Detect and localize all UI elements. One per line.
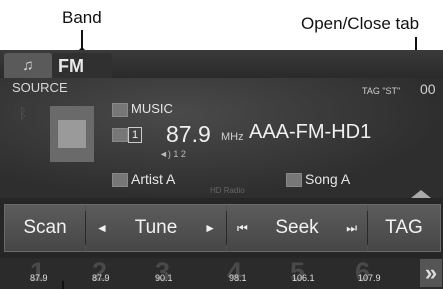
- artist-icon: [112, 173, 128, 187]
- seek-label: Seek: [275, 217, 319, 238]
- album-art: [50, 106, 94, 162]
- song-title: Song A: [305, 171, 351, 187]
- tune-up-icon[interactable]: ►: [204, 205, 216, 251]
- band-callout-label: Band: [62, 8, 102, 27]
- music-genre-icon: [112, 103, 128, 117]
- song-icon: [286, 173, 302, 187]
- preset-6[interactable]: 6 107.9: [355, 257, 415, 289]
- source-label[interactable]: SOURCE: [12, 80, 68, 95]
- frequency-unit: MHz: [221, 131, 244, 143]
- hd-speaker-icon: ◄): [159, 149, 171, 159]
- preset-number-indicator: 1: [128, 127, 142, 143]
- preset-frequency: 106.1: [292, 273, 315, 283]
- preset-callout-line: [62, 281, 64, 289]
- tag-button[interactable]: TAG: [368, 205, 440, 251]
- now-playing-panel: SOURCE ᛒ MUSIC 1 87.9 MHz AAA-FM-HD1 ◄) …: [0, 78, 443, 198]
- preset-3[interactable]: 3 90.1: [155, 257, 221, 289]
- hd-indicator-icon: [112, 128, 128, 142]
- more-presets-chevron-icon[interactable]: »: [420, 259, 442, 287]
- seek-up-icon[interactable]: ⏭: [346, 205, 357, 251]
- preset-2[interactable]: 2 87.9: [92, 257, 158, 289]
- music-tab[interactable]: ♫: [4, 53, 52, 78]
- band-tab-fm[interactable]: FM: [52, 53, 112, 78]
- music-note-icon: ♫: [22, 57, 34, 74]
- preset-frequency: 87.9: [30, 273, 48, 283]
- preset-bar: 1 87.9 2 87.9 3 90.1 4 98.1 5 106.1 6 10…: [0, 257, 443, 289]
- hd-channels: 1 2: [173, 149, 186, 159]
- scan-button[interactable]: Scan: [5, 205, 85, 251]
- album-art-image: [58, 120, 86, 148]
- control-bar: Scan ◄ Tune ► ⏮ Seek ⏭ TAG: [4, 204, 441, 252]
- bluetooth-icon: ᛒ: [12, 100, 34, 126]
- hd-radio-logo: HD Radio: [210, 186, 245, 195]
- preset-5[interactable]: 5 106.1: [290, 257, 356, 289]
- preset-4[interactable]: 4 98.1: [227, 257, 293, 289]
- hd-channel-indicator: ◄) 1 2: [159, 149, 186, 159]
- artist-name: Artist A: [131, 171, 176, 187]
- open-close-tab-callout-label: Open/Close tab: [301, 14, 420, 33]
- open-close-tab-icon[interactable]: [411, 190, 431, 198]
- preset-frequency: 98.1: [229, 273, 247, 283]
- tune-button[interactable]: ◄ Tune ►: [86, 205, 226, 251]
- tune-down-icon[interactable]: ◄: [96, 205, 108, 251]
- band-callout-line: [81, 30, 83, 50]
- tag-status: TAG "ST": [362, 86, 401, 96]
- seek-button[interactable]: ⏮ Seek ⏭: [227, 205, 367, 251]
- preset-frequency: 107.9: [358, 273, 381, 283]
- frequency-display: 87.9: [166, 121, 211, 147]
- preset-frequency: 87.9: [92, 273, 110, 283]
- clock: 00: [420, 81, 436, 97]
- preset-frequency: 90.1: [155, 273, 173, 283]
- source-tab-bar: ♫ FM: [0, 50, 443, 78]
- tune-label: Tune: [134, 217, 178, 238]
- audio-screen: ♫ FM SOURCE ᛒ MUSIC 1 87.9 MHz AAA-FM-HD…: [0, 50, 443, 289]
- station-name: AAA-FM-HD1: [249, 121, 372, 143]
- genre-label: MUSIC: [131, 101, 173, 116]
- seek-down-icon[interactable]: ⏮: [237, 205, 248, 251]
